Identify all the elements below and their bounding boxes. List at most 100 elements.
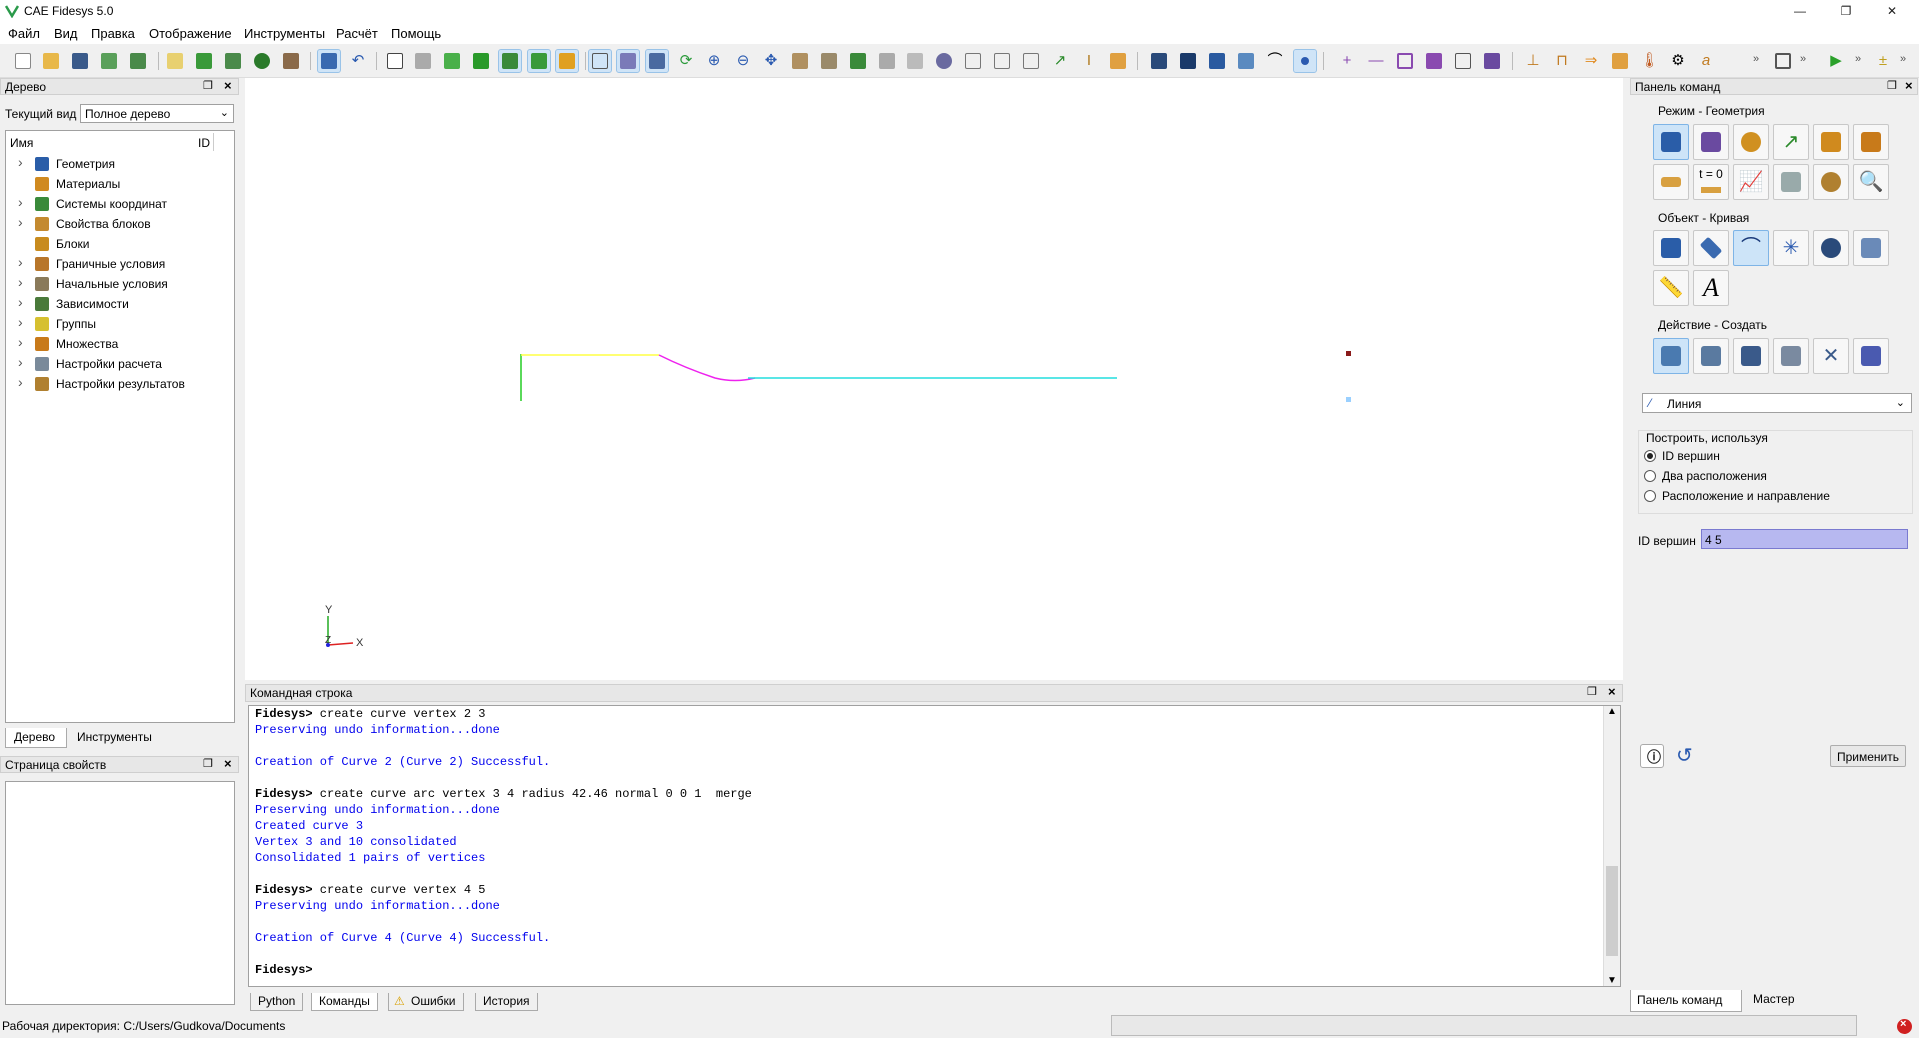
acceleration-icon[interactable]: a <box>1695 50 1717 72</box>
mode-blocks-button[interactable] <box>1813 124 1849 160</box>
menu-analysis[interactable]: Расчёт <box>336 26 378 41</box>
rotate-icon[interactable]: ✥ <box>760 50 782 72</box>
play-3d-icon[interactable] <box>222 50 244 72</box>
mode-mesh-button[interactable] <box>1693 124 1729 160</box>
chevron-right-icon[interactable]: › <box>18 334 23 350</box>
geometry-canvas[interactable]: Y Z X <box>245 78 1623 680</box>
object-curve-button[interactable]: ⌒ <box>1733 230 1769 266</box>
geometry-display-icon[interactable] <box>498 49 522 73</box>
undo-icon[interactable]: ↶ <box>347 50 369 72</box>
constraint-icon[interactable]: ⊥ <box>1522 50 1544 72</box>
tab-commands[interactable]: Команды <box>311 993 378 1011</box>
face-icon[interactable] <box>1235 50 1257 72</box>
scroll-down-icon[interactable]: ▼ <box>1607 975 1617 986</box>
surface-icon[interactable] <box>1206 50 1228 72</box>
menu-file[interactable]: Файл <box>8 26 40 41</box>
new-file-icon[interactable] <box>12 50 34 72</box>
object-measure-button[interactable]: 📏 <box>1653 270 1689 306</box>
zoom-in-icon[interactable]: ⊕ <box>703 50 725 72</box>
scroll-thumb[interactable] <box>1606 866 1618 956</box>
view-front-icon[interactable] <box>818 50 840 72</box>
vertex-ids-input[interactable]: 4 5 <box>1701 529 1908 549</box>
hex-icon[interactable] <box>1423 50 1445 72</box>
menu-help[interactable]: Помощь <box>391 26 441 41</box>
view-right-icon[interactable] <box>991 50 1013 72</box>
results-icon[interactable]: ± <box>1872 50 1894 72</box>
chevron-right-icon[interactable]: › <box>18 154 23 170</box>
chevron-right-icon[interactable]: › <box>18 254 23 270</box>
view-cube-icon[interactable] <box>789 50 811 72</box>
float-icon[interactable]: ❐ <box>1887 79 1897 92</box>
close-icon[interactable]: × <box>1905 78 1913 93</box>
object-surface-button[interactable] <box>1693 230 1729 266</box>
element-icon[interactable] <box>1481 50 1503 72</box>
grid-icon[interactable] <box>588 49 612 73</box>
object-text-button[interactable]: A <box>1693 270 1729 306</box>
mode-boundary-button[interactable] <box>1653 164 1689 200</box>
chevron-right-icon[interactable]: › <box>18 354 23 370</box>
menu-tools[interactable]: Инструменты <box>244 26 325 41</box>
journal-edit-icon[interactable] <box>164 50 186 72</box>
volume-icon[interactable] <box>1177 50 1199 72</box>
force-icon[interactable]: ⇒ <box>1580 50 1602 72</box>
run-analysis-icon[interactable]: ▶ <box>1825 50 1847 72</box>
mode-geometry-button[interactable] <box>1653 124 1689 160</box>
maximize-button[interactable]: ❐ <box>1823 0 1869 22</box>
tab-command-panel[interactable]: Панель команд <box>1630 990 1742 1012</box>
support-icon[interactable]: ⊓ <box>1551 50 1573 72</box>
edge-icon[interactable]: — <box>1365 50 1387 72</box>
wireframe-cube-icon[interactable] <box>384 50 406 72</box>
error-status-icon[interactable]: × <box>1897 1018 1912 1034</box>
mode-coordinate-systems-button[interactable]: ↗ <box>1773 124 1809 160</box>
perspective-cube-icon[interactable] <box>616 49 640 73</box>
option-radio[interactable] <box>1644 490 1656 502</box>
axes-icon[interactable]: ↗ <box>1049 50 1071 72</box>
tab-python[interactable]: Python <box>250 993 304 1011</box>
option-label[interactable]: ID вершин <box>1662 449 1720 463</box>
menu-edit[interactable]: Правка <box>91 26 135 41</box>
float-icon[interactable]: ❐ <box>203 79 213 92</box>
measure-icon[interactable]: I <box>1078 50 1100 72</box>
zoom-out-icon[interactable]: ⊖ <box>732 50 754 72</box>
close-icon[interactable]: × <box>224 756 232 771</box>
mode-initial-conditions-button[interactable]: t = 0 <box>1693 164 1729 200</box>
node-icon[interactable]: + <box>1336 50 1358 72</box>
menu-view[interactable]: Вид <box>54 26 78 41</box>
view-left-icon[interactable] <box>962 50 984 72</box>
menu-display[interactable]: Отображение <box>149 26 232 41</box>
mode-sets-button[interactable] <box>1853 124 1889 160</box>
tab-history[interactable]: История <box>475 993 538 1011</box>
save-icon[interactable] <box>69 50 91 72</box>
select-icon[interactable] <box>317 49 341 73</box>
chevron-right-icon[interactable]: › <box>18 274 23 290</box>
object-body-button[interactable] <box>1853 230 1889 266</box>
fit-view-icon[interactable] <box>1772 50 1794 72</box>
export-icon[interactable] <box>127 50 149 72</box>
chevron-right-icon[interactable]: › <box>18 314 23 330</box>
scroll-up-icon[interactable]: ▲ <box>1607 706 1617 717</box>
pressure-icon[interactable] <box>1609 50 1631 72</box>
solid-cube-icon[interactable] <box>470 50 492 72</box>
curve-type-select[interactable]: ⁄ Линия ⌄ <box>1642 393 1912 413</box>
hidden-cube-icon[interactable] <box>412 50 434 72</box>
view-bottom-icon[interactable] <box>1020 50 1042 72</box>
current-view-select[interactable]: Полное дерево ⌄ <box>80 104 234 123</box>
refresh-icon[interactable]: ⟳ <box>675 50 697 72</box>
temperature-icon[interactable]: 🌡 <box>1638 50 1660 72</box>
vertex-icon[interactable] <box>1293 49 1317 73</box>
view-back-icon[interactable] <box>847 50 869 72</box>
hammer-icon[interactable] <box>280 50 302 72</box>
object-vertex-button[interactable]: ✳ <box>1773 230 1809 266</box>
tab-errors[interactable]: ⚠ Ошибки <box>388 993 464 1011</box>
action-delete-button[interactable]: ✕ <box>1813 338 1849 374</box>
view-top-icon[interactable] <box>876 50 898 72</box>
curve-icon[interactable]: ⌒ <box>1264 50 1286 72</box>
chevron-right-icon[interactable]: › <box>18 214 23 230</box>
minimize-button[interactable]: — <box>1777 0 1823 22</box>
boundary-display-icon[interactable] <box>555 49 579 73</box>
close-icon[interactable]: × <box>1608 684 1616 699</box>
tab-tree[interactable]: Дерево <box>5 728 67 748</box>
view-sphere-icon[interactable] <box>933 50 955 72</box>
tab-wizard[interactable]: Мастер <box>1753 992 1795 1006</box>
action-copy-button[interactable] <box>1773 338 1809 374</box>
